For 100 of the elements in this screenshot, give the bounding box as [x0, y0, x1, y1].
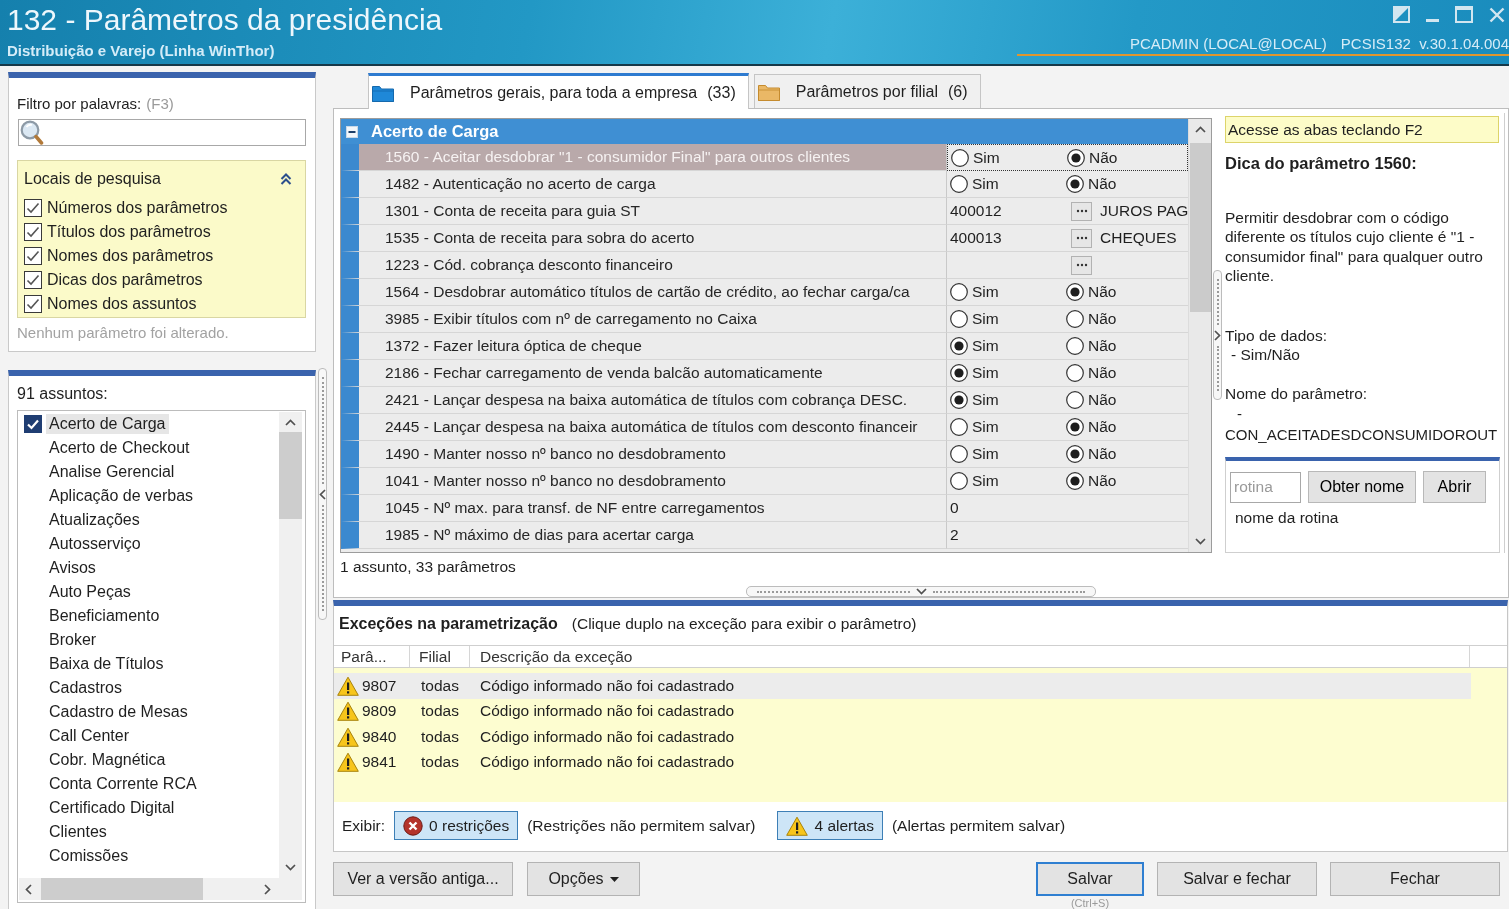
subject-item[interactable]: Analise Gerencial [46, 462, 178, 482]
tab[interactable]: Parâmetros por filial (6) [753, 74, 981, 108]
exception-row[interactable]: 9807 todas Código informado não foi cadastrado [334, 673, 1471, 699]
radio-button[interactable] [950, 175, 968, 193]
subject-item[interactable]: Broker [46, 630, 100, 650]
radio-button[interactable] [950, 310, 968, 328]
checkbox[interactable] [24, 415, 42, 433]
action-button[interactable]: Salvar [1036, 862, 1144, 896]
radio-button[interactable] [1066, 337, 1084, 355]
parameter-cell[interactable]: 1301 - Conta de receita para guia ST [341, 198, 947, 225]
radio-button[interactable] [1066, 472, 1084, 490]
close-icon[interactable] [1489, 7, 1505, 23]
chevron-right-icon[interactable] [1214, 329, 1221, 341]
tab[interactable]: Parâmetros gerais, para toda a empresa (33) [368, 73, 749, 109]
warning-icon [337, 701, 359, 722]
chevron-up-icon[interactable] [285, 419, 296, 426]
radio-button[interactable] [950, 391, 968, 409]
radio-button[interactable] [950, 472, 968, 490]
radio-button[interactable] [1066, 445, 1084, 463]
radio-button[interactable] [951, 148, 969, 167]
dropdown-button[interactable]: Opções [527, 862, 640, 896]
scrollbar-thumb[interactable] [279, 432, 302, 519]
action-button[interactable]: Obter nome [1308, 471, 1416, 503]
chevron-left-icon[interactable] [319, 488, 326, 500]
ellipsis-button[interactable] [1071, 228, 1092, 248]
subject-item[interactable]: Avisos [46, 558, 99, 578]
checkbox[interactable] [24, 247, 42, 265]
checkbox[interactable] [24, 223, 42, 241]
scrollbar-thumb[interactable] [41, 878, 203, 900]
radio-button[interactable] [1066, 175, 1084, 193]
radio-button[interactable] [950, 283, 968, 301]
subject-item[interactable]: Conta Corrente RCA [46, 774, 200, 794]
error-icon [403, 815, 424, 836]
warning-icon [786, 815, 809, 836]
action-button[interactable]: Fechar [1330, 862, 1500, 896]
chevron-up-icon[interactable] [1194, 126, 1206, 133]
scrollbar-thumb[interactable] [1189, 143, 1211, 312]
splitter-handle[interactable] [746, 586, 1096, 597]
parameter-cell[interactable]: 1045 - Nº max. para transf. de NF entre carregamentos [341, 495, 947, 522]
double-chevron-up-icon[interactable] [280, 172, 292, 185]
radio-button[interactable] [950, 445, 968, 463]
chevron-down-icon[interactable] [285, 864, 296, 871]
radio-button[interactable] [1066, 283, 1084, 301]
action-button[interactable]: Salvar e fechar [1157, 862, 1317, 896]
subject-item[interactable]: Call Center [46, 726, 133, 746]
splitter-handle[interactable] [318, 368, 327, 620]
subject-item[interactable]: Atualizações [46, 510, 143, 530]
action-button[interactable]: Ver a versão antiga... [333, 862, 513, 896]
radio-button[interactable] [1067, 148, 1085, 167]
radio-button[interactable] [1066, 364, 1084, 382]
splitter-handle[interactable] [1213, 270, 1222, 400]
subject-item[interactable]: Beneficiamento [46, 606, 163, 626]
subject-item[interactable]: Clientes [46, 822, 110, 842]
radio-button[interactable] [1066, 418, 1084, 436]
subject-item[interactable]: Aplicação de verbas [46, 486, 197, 506]
column-header[interactable]: Parâ... [334, 646, 410, 667]
radio-button[interactable] [1066, 310, 1084, 328]
checkbox[interactable] [24, 271, 42, 289]
chevron-down-icon[interactable] [1194, 538, 1206, 545]
ellipsis-button[interactable] [1071, 255, 1092, 275]
filter-toggle[interactable]: 0 restrições [394, 811, 519, 840]
exception-row[interactable]: 9840 todas Código informado não foi cadastrado [334, 724, 1471, 750]
subject-item[interactable]: Certificado Digital [46, 798, 178, 818]
radio-button[interactable] [1066, 391, 1084, 409]
subject-item[interactable]: Cadastros [46, 678, 125, 698]
exception-row[interactable]: 9841 todas Código informado não foi cadastrado [334, 749, 1471, 775]
parameter-cell[interactable]: 1985 - Nº máximo de dias para acertar carga [341, 522, 947, 549]
chevron-down-icon[interactable] [915, 588, 927, 595]
checkbox[interactable] [24, 199, 42, 217]
parameter-cell[interactable]: 1535 - Conta de receita para sobra do acerto [341, 225, 947, 252]
radio-button[interactable] [950, 337, 968, 355]
table-cell: 9841 [362, 753, 397, 772]
subject-item[interactable]: Comissões [46, 846, 132, 866]
subject-item[interactable]: Autosserviço [46, 534, 144, 554]
subject-item[interactable]: Acerto de Checkout [46, 438, 193, 458]
chevron-right-icon[interactable] [264, 883, 271, 895]
filter-toggle[interactable]: 4 alertas [777, 811, 883, 840]
subject-item[interactable]: Baixa de Títulos [46, 654, 167, 674]
minus-box-icon[interactable] [346, 125, 358, 138]
radio-button[interactable] [950, 364, 968, 382]
filter-label: Filtro por palavras: [17, 94, 142, 114]
column-header[interactable]: Descrição da exceção [470, 646, 1470, 667]
action-button[interactable]: Abrir [1423, 471, 1486, 503]
exception-row[interactable]: 9809 todas Código informado não foi cadastrado [334, 698, 1471, 724]
maximize-icon[interactable] [1455, 6, 1473, 23]
value-text: 2 [950, 526, 959, 544]
subject-item[interactable]: Auto Peças [46, 582, 134, 602]
subject-item[interactable]: Cadastro de Mesas [46, 702, 191, 722]
search-field[interactable] [18, 119, 306, 146]
subject-item[interactable]: Cobr. Magnética [46, 750, 169, 770]
chevron-left-icon[interactable] [25, 883, 32, 895]
half-filled-square-icon[interactable] [1393, 6, 1410, 23]
radio-button[interactable] [950, 418, 968, 436]
subject-item[interactable]: Acerto de Carga [46, 414, 169, 434]
ellipsis-button[interactable] [1071, 201, 1092, 221]
routine-field[interactable]: rotina [1230, 471, 1301, 503]
ellipsis-icon [1075, 209, 1088, 213]
checkbox[interactable] [24, 295, 42, 313]
table-cell-text: Código informado não foi cadastrado [479, 702, 736, 721]
column-header[interactable]: Filial [410, 646, 470, 667]
